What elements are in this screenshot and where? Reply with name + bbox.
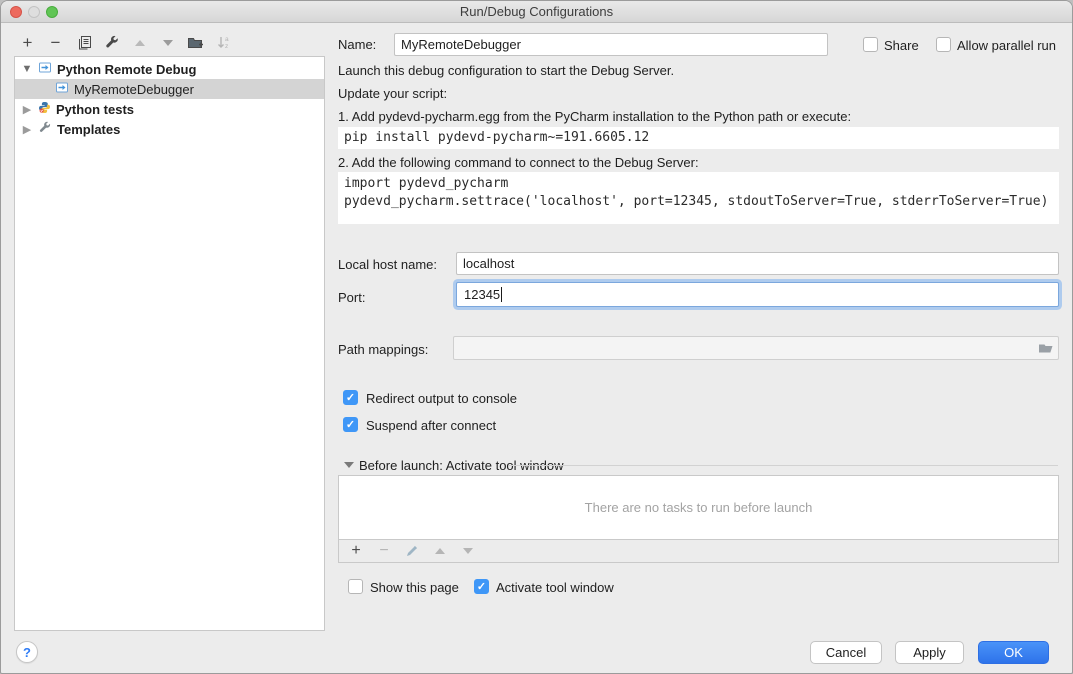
local-host-name-label: Local host name: bbox=[338, 257, 437, 272]
redirect-output-checkbox[interactable] bbox=[343, 390, 358, 405]
apply-button[interactable]: Apply bbox=[895, 641, 964, 664]
pip-install-code: pip install pydevd-pycharm~=191.6605.12 bbox=[338, 127, 1059, 149]
path-mappings-label: Path mappings: bbox=[338, 342, 428, 357]
redirect-output-label: Redirect output to console bbox=[366, 391, 517, 406]
tree-item-python-tests[interactable]: ▶ Python tests bbox=[15, 99, 324, 119]
tree-item-myremotedebugger[interactable]: MyRemoteDebugger bbox=[15, 79, 324, 99]
move-up-icon bbox=[129, 33, 150, 54]
browse-folder-icon[interactable] bbox=[1037, 340, 1055, 359]
remove-task-button: − bbox=[375, 542, 393, 560]
name-label: Name: bbox=[338, 37, 376, 52]
tree-item-label: MyRemoteDebugger bbox=[74, 82, 194, 97]
move-task-down-icon bbox=[459, 548, 477, 554]
add-task-button[interactable]: + bbox=[347, 542, 365, 560]
settrace-code-line2: pydevd_pycharm.settrace('localhost', por… bbox=[344, 193, 1053, 211]
tree-item-templates[interactable]: ▶ Templates bbox=[15, 119, 324, 139]
svg-text:z: z bbox=[225, 43, 228, 50]
copy-configuration-icon[interactable] bbox=[73, 33, 94, 54]
settrace-code-block: import pydevd_pycharm pydevd_pycharm.set… bbox=[338, 172, 1059, 224]
ok-button[interactable]: OK bbox=[978, 641, 1049, 664]
section-divider bbox=[509, 465, 1058, 466]
chevron-right-icon[interactable]: ▶ bbox=[21, 103, 33, 116]
share-checkbox[interactable] bbox=[863, 37, 878, 52]
name-input[interactable] bbox=[394, 33, 828, 56]
remote-debug-icon bbox=[38, 61, 52, 77]
new-folder-icon[interactable] bbox=[185, 33, 206, 54]
port-label: Port: bbox=[338, 290, 365, 305]
description-text: Launch this debug configuration to start… bbox=[338, 63, 674, 78]
step1-text: 1. Add pydevd-pycharm.egg from the PyCha… bbox=[338, 109, 851, 124]
chevron-down-icon[interactable]: ▼ bbox=[21, 63, 33, 75]
suspend-after-connect-checkbox[interactable] bbox=[343, 417, 358, 432]
edit-defaults-wrench-icon[interactable] bbox=[101, 33, 122, 54]
chevron-right-icon[interactable]: ▶ bbox=[21, 123, 33, 136]
help-question-icon: ? bbox=[23, 645, 31, 660]
move-down-icon bbox=[157, 33, 178, 54]
allow-parallel-run-label: Allow parallel run bbox=[957, 38, 1056, 53]
activate-tool-window-label: Activate tool window bbox=[496, 580, 614, 595]
tree-item-label: Templates bbox=[57, 122, 120, 137]
port-input[interactable]: 12345 bbox=[456, 282, 1059, 307]
configurations-toolbar: + − az bbox=[17, 31, 234, 55]
port-value: 12345 bbox=[464, 287, 500, 302]
edit-task-pencil-icon bbox=[403, 544, 421, 558]
python-tests-icon bbox=[38, 101, 51, 117]
move-task-up-icon bbox=[431, 548, 449, 554]
remote-debug-icon bbox=[55, 81, 69, 97]
svg-text:a: a bbox=[225, 36, 229, 43]
cancel-button[interactable]: Cancel bbox=[810, 641, 882, 664]
suspend-after-connect-label: Suspend after connect bbox=[366, 418, 496, 433]
remove-configuration-button[interactable]: − bbox=[45, 33, 66, 54]
activate-tool-window-checkbox[interactable] bbox=[474, 579, 489, 594]
help-button[interactable]: ? bbox=[16, 641, 38, 663]
add-configuration-button[interactable]: + bbox=[17, 33, 38, 54]
window-title: Run/Debug Configurations bbox=[460, 4, 613, 19]
tree-item-label: Python tests bbox=[56, 102, 134, 117]
run-debug-configurations-dialog: Run/Debug Configurations + − az ▼ Python… bbox=[0, 0, 1073, 674]
titlebar: Run/Debug Configurations bbox=[1, 1, 1072, 23]
minimize-window-button[interactable] bbox=[28, 6, 40, 18]
settrace-code-line1: import pydevd_pycharm bbox=[344, 175, 1053, 193]
allow-parallel-run-checkbox[interactable] bbox=[936, 37, 951, 52]
before-launch-toolbar: + − bbox=[338, 540, 1059, 563]
close-window-button[interactable] bbox=[10, 6, 22, 18]
tree-item-python-remote-debug[interactable]: ▼ Python Remote Debug bbox=[15, 59, 324, 79]
step2-text: 2. Add the following command to connect … bbox=[338, 155, 699, 170]
sort-configurations-icon: az bbox=[213, 33, 234, 54]
before-launch-task-list[interactable]: There are no tasks to run before launch bbox=[338, 475, 1059, 540]
show-this-page-label: Show this page bbox=[370, 580, 459, 595]
show-this-page-checkbox[interactable] bbox=[348, 579, 363, 594]
empty-tasks-text: There are no tasks to run before launch bbox=[585, 500, 813, 515]
share-label: Share bbox=[884, 38, 919, 53]
templates-wrench-icon bbox=[38, 121, 52, 138]
update-script-text: Update your script: bbox=[338, 86, 447, 101]
tree-item-label: Python Remote Debug bbox=[57, 62, 196, 77]
local-host-name-input[interactable] bbox=[456, 252, 1059, 275]
zoom-window-button[interactable] bbox=[46, 6, 58, 18]
path-mappings-input[interactable] bbox=[453, 336, 1059, 360]
collapse-section-icon[interactable] bbox=[344, 462, 354, 468]
text-cursor bbox=[501, 287, 502, 302]
configurations-tree: ▼ Python Remote Debug MyRemoteDebugger ▶… bbox=[14, 56, 325, 631]
